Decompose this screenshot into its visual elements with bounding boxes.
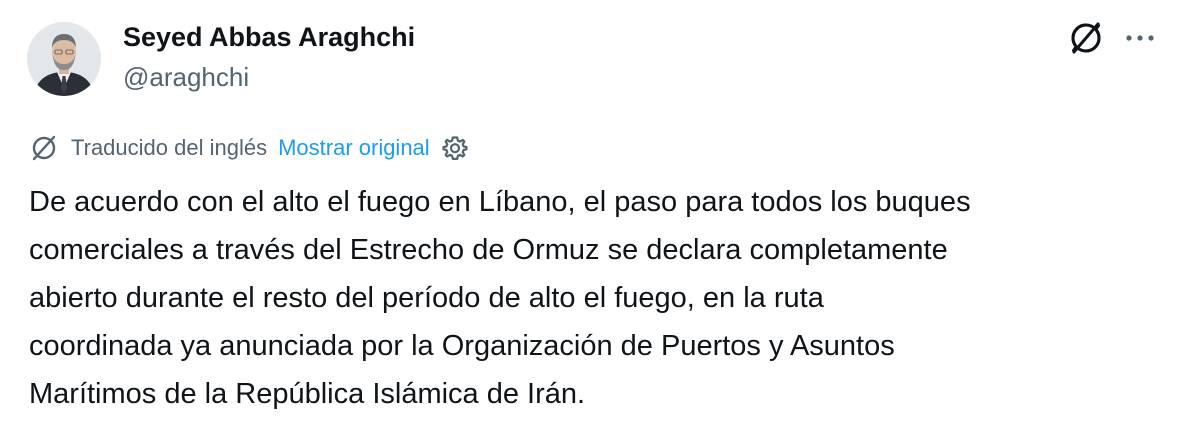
more-options-icon <box>1126 35 1154 41</box>
translation-bar: Traducido del inglés Mostrar original <box>29 130 470 166</box>
profile-photo <box>27 22 101 96</box>
translate-button[interactable] <box>1064 18 1108 58</box>
translate-icon <box>29 133 59 163</box>
gear-icon[interactable] <box>440 133 470 163</box>
tweet-text: De acuerdo con el alto el fuego en Líban… <box>29 186 971 410</box>
avatar[interactable] <box>27 22 101 96</box>
author-handle[interactable]: @araghchi <box>123 61 249 93</box>
translate-icon <box>1071 22 1101 54</box>
tweet-card: Seyed Abbas Araghchi @araghchi Traducido… <box>0 0 1194 438</box>
translated-from-label: Traducido del inglés <box>71 135 268 160</box>
more-options-button[interactable] <box>1118 18 1162 58</box>
author-name[interactable]: Seyed Abbas Araghchi <box>123 20 415 54</box>
show-original-link[interactable]: Mostrar original <box>278 135 430 161</box>
